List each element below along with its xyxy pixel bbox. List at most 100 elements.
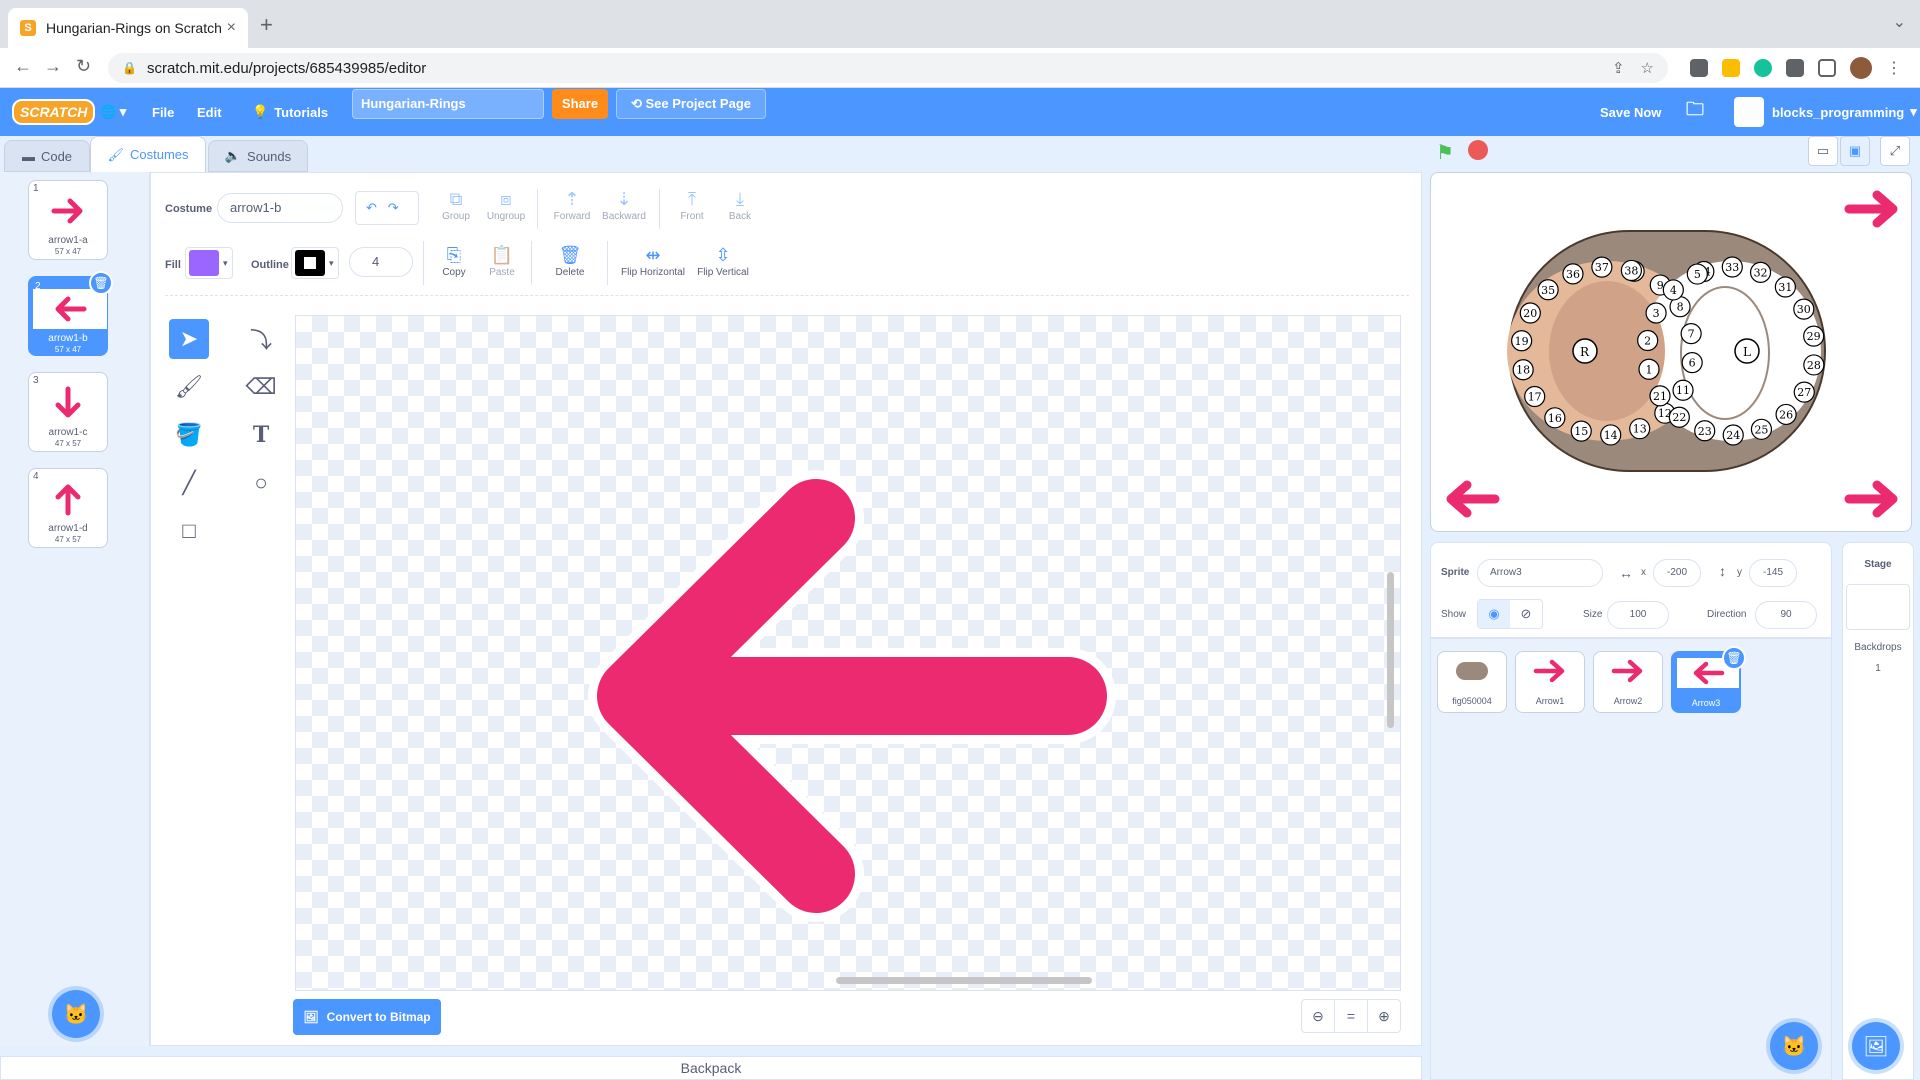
ungroup-button[interactable]: ⧈ Ungroup — [481, 189, 531, 222]
forward-icon[interactable]: → — [44, 56, 62, 77]
costume-item[interactable]: 1 arrow1-a 57 x 47 — [28, 180, 108, 260]
save-now-button[interactable]: Save Now — [1600, 88, 1661, 136]
back-icon[interactable]: ← — [14, 56, 32, 77]
brush-tool-icon[interactable]: 🖌 — [169, 367, 209, 407]
sprite-tile[interactable]: Arrow2 — [1593, 651, 1663, 713]
side-panel-icon[interactable] — [1818, 59, 1836, 77]
x-position-input[interactable]: -200 — [1653, 559, 1701, 587]
account-menu[interactable]: blocks_programming ▾ — [1734, 88, 1917, 136]
fill-color-picker[interactable]: ▾ — [185, 247, 233, 279]
paste-button[interactable]: 📋 Paste — [477, 245, 527, 278]
redo-icon[interactable]: ↷ — [388, 200, 399, 215]
grammarly-icon[interactable] — [1754, 59, 1772, 77]
circle-tool-icon[interactable]: ○ — [241, 463, 281, 503]
zoom-in-icon[interactable]: ⊕ — [1368, 1000, 1400, 1032]
ring-ball-number: 14 — [1604, 429, 1618, 442]
my-stuff-folder-icon[interactable]: 🗀 — [1686, 88, 1704, 136]
cast-icon[interactable] — [1690, 59, 1708, 77]
delete-sprite-trash-icon[interactable]: 🗑 — [1722, 646, 1746, 670]
extensions-puzzle-icon[interactable] — [1786, 59, 1804, 77]
undo-icon[interactable]: ↶ — [366, 200, 377, 215]
paint-canvas[interactable] — [295, 315, 1401, 991]
share-button[interactable]: Share — [552, 89, 608, 119]
stage-canvas[interactable]: R L 109876111213141516171819203536373834… — [1430, 172, 1912, 532]
costume-item[interactable]: 4 arrow1-d 47 x 57 — [28, 468, 108, 548]
url-input[interactable]: 🔒 scratch.mit.edu/projects/685439985/edi… — [108, 53, 1668, 83]
tab-costumes[interactable]: 🖌 Costumes — [90, 136, 206, 172]
tab-code[interactable]: ▬ Code — [4, 140, 90, 172]
tab-sounds[interactable]: 🔈 Sounds — [208, 140, 308, 172]
group-button[interactable]: ⧉ Group — [431, 189, 481, 222]
flip-horizontal-button[interactable]: ⇹ Flip Horizontal — [617, 245, 689, 278]
sprite-tile[interactable]: Arrow1 — [1515, 651, 1585, 713]
delete-button[interactable]: 🗑 Delete — [545, 245, 595, 278]
delete-costume-trash-icon[interactable]: 🗑 — [89, 271, 113, 295]
vertical-scrollbar[interactable] — [1387, 572, 1394, 728]
left-arrow-costume-graphic[interactable] — [296, 316, 1401, 991]
copy-button[interactable]: ⎘ Copy — [429, 245, 479, 278]
sprite-tile-selected[interactable]: Arrow3 🗑 — [1671, 646, 1746, 713]
choose-costume-button[interactable]: 🐱 — [52, 990, 100, 1038]
rectangle-tool-icon[interactable]: □ — [169, 511, 209, 551]
project-title-input[interactable]: Hungarian-Rings — [352, 89, 544, 119]
stage-target-panel[interactable]: Stage Backdrops 1 — [1842, 542, 1914, 1080]
new-tab-icon[interactable]: + — [260, 12, 273, 38]
reshape-tool-icon[interactable]: ⤵ — [241, 319, 281, 359]
hungarian-rings-figure[interactable]: R L 109876111213141516171819203536373834… — [1507, 230, 1826, 472]
scratch-logo[interactable]: SCRATCH — [12, 88, 96, 136]
sprite-name-input[interactable]: Arrow3 — [1477, 559, 1603, 587]
fill-bucket-tool-icon[interactable]: 🪣 — [169, 415, 209, 455]
eraser-tool-icon[interactable]: ⌫ — [241, 367, 281, 407]
select-tool-icon[interactable]: ➤ — [169, 319, 209, 359]
tutorials-button[interactable]: 💡 Tutorials — [252, 88, 328, 136]
hide-eye-icon[interactable]: ⊘ — [1510, 600, 1542, 628]
browser-tab[interactable]: S Hungarian-Rings on Scratch × — [8, 8, 248, 48]
arrow3-sprite[interactable] — [1446, 480, 1500, 518]
back-button[interactable]: ⤓ Back — [715, 189, 765, 222]
chevron-down-icon[interactable]: ⌄ — [1893, 12, 1906, 32]
arrow1-sprite[interactable] — [1844, 190, 1898, 228]
front-button[interactable]: ⤒ Front — [667, 189, 717, 222]
line-tool-icon[interactable]: ╱ — [169, 463, 209, 503]
forward-button[interactable]: ⇡ Forward — [547, 189, 597, 222]
fullscreen-icon[interactable]: ⤢ — [1880, 136, 1910, 166]
bookmark-star-icon[interactable]: ☆ — [1641, 59, 1654, 77]
zoom-reset-icon[interactable]: = — [1335, 1000, 1368, 1032]
profile-avatar[interactable] — [1850, 57, 1872, 79]
see-project-page-button[interactable]: ⟲ See Project Page — [616, 89, 766, 119]
normal-stage-icon[interactable]: ▣ — [1840, 136, 1870, 166]
show-eye-icon[interactable]: ◉ — [1478, 600, 1510, 628]
ring-ball-number: 23 — [1698, 425, 1712, 438]
convert-to-bitmap-button[interactable]: 🖼 Convert to Bitmap — [293, 999, 441, 1035]
language-globe-icon[interactable]: 🌐 ▾ — [100, 88, 126, 136]
share-page-icon[interactable]: ⇪ — [1612, 59, 1625, 77]
costume-item-selected[interactable]: 2 arrow1-b 57 x 47 🗑 — [28, 271, 113, 356]
backpack-bar[interactable]: Backpack — [0, 1056, 1422, 1080]
choose-sprite-button[interactable]: 🐱 — [1770, 1022, 1818, 1070]
costume-item[interactable]: 3 arrow1-c 47 x 57 — [28, 372, 108, 452]
browser-menu-icon[interactable]: ⋮ — [1886, 58, 1902, 78]
small-stage-icon[interactable]: ▭ — [1808, 136, 1838, 166]
choose-backdrop-button[interactable]: 🖼 — [1852, 1022, 1900, 1070]
outline-width-input[interactable]: 4 — [349, 247, 413, 277]
outline-color-picker[interactable]: ▾ — [291, 247, 339, 279]
backward-button[interactable]: ⇣ Backward — [599, 189, 649, 222]
drive-icon[interactable] — [1722, 59, 1740, 77]
reload-icon[interactable]: ↻ — [76, 56, 91, 77]
y-position-input[interactable]: -145 — [1749, 559, 1797, 587]
horizontal-scrollbar[interactable] — [836, 977, 1092, 984]
text-tool-icon[interactable]: T — [241, 415, 281, 455]
arrow2-sprite[interactable] — [1844, 480, 1898, 518]
lock-icon: 🔒 — [122, 61, 137, 75]
sprite-tile[interactable]: fig050004 — [1437, 651, 1507, 713]
close-tab-icon[interactable]: × — [227, 19, 236, 37]
stop-icon[interactable] — [1468, 140, 1488, 160]
zoom-out-icon[interactable]: ⊖ — [1302, 1000, 1335, 1032]
costume-name-input[interactable]: arrow1-b — [217, 193, 343, 223]
direction-input[interactable]: 90 — [1755, 601, 1817, 629]
file-menu[interactable]: File — [152, 88, 174, 136]
flip-vertical-button[interactable]: ⇳ Flip Vertical — [691, 245, 755, 278]
green-flag-icon[interactable]: ⚑ — [1436, 140, 1454, 165]
edit-menu[interactable]: Edit — [197, 88, 222, 136]
size-input[interactable]: 100 — [1607, 601, 1669, 629]
